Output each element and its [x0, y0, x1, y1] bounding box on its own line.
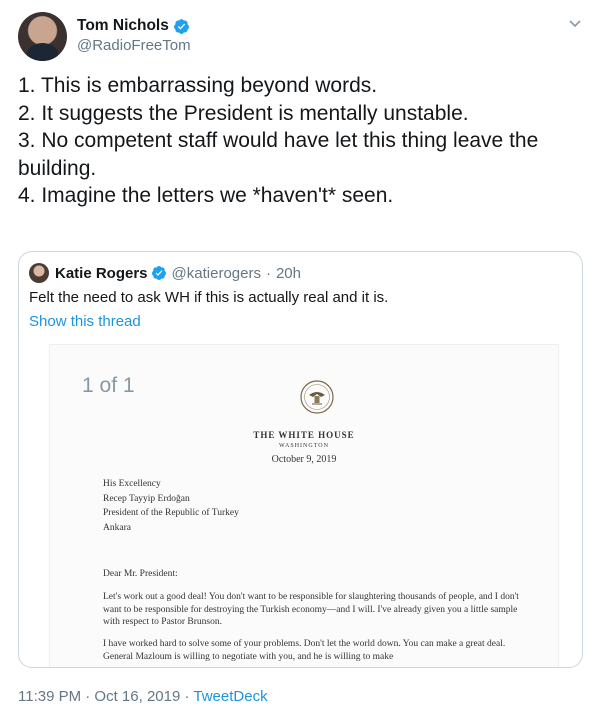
- letterhead-title: THE WHITE HOUSE: [253, 430, 355, 440]
- quoted-text: Felt the need to ask WH if this is actua…: [29, 289, 389, 306]
- meta-separator: ·: [184, 688, 190, 705]
- address-line: His Excellency: [103, 479, 161, 489]
- quoted-avatar: [29, 263, 49, 283]
- quoted-header: Katie Rogers @katierogers · 20h: [29, 263, 301, 283]
- address-line: Recep Tayyip Erdoğan: [103, 493, 190, 504]
- letter-salutation: Dear Mr. President:: [103, 569, 178, 579]
- tweet-header: Tom Nichols @RadioFreeTom: [18, 12, 586, 62]
- tweet-timestamp[interactable]: 11:39 PM · Oct 16, 2019: [18, 688, 180, 705]
- quoted-author-name: Katie Rogers: [55, 264, 148, 282]
- show-thread-link[interactable]: Show this thread: [29, 313, 141, 330]
- verified-badge-icon: [173, 18, 189, 34]
- author-name[interactable]: Tom Nichols: [77, 17, 169, 35]
- address-line: President of the Republic of Turkey: [103, 508, 239, 518]
- quoted-author-handle: @katierogers: [171, 264, 261, 282]
- tweet-line: 3. No competent staff would have let thi…: [18, 129, 539, 180]
- author-avatar[interactable]: [18, 12, 67, 61]
- quoted-tweet[interactable]: Katie Rogers @katierogers · 20h Felt the…: [18, 251, 583, 668]
- author-name-row: Tom Nichols: [77, 17, 190, 35]
- tweet-line: 4. Imagine the letters we *haven't* seen…: [18, 184, 394, 207]
- letter-paragraph: Let's work out a good deal! You don't wa…: [103, 592, 519, 627]
- verified-badge-icon: [151, 266, 166, 280]
- tweet-source-app[interactable]: TweetDeck: [193, 688, 267, 705]
- letter-address: His Excellency Recep Tayyip Erdoğan Pres…: [103, 477, 239, 535]
- quoted-time: 20h: [275, 264, 301, 282]
- chevron-down-icon[interactable]: [568, 16, 582, 30]
- presidential-seal-icon: [300, 380, 334, 414]
- quoted-separator: ·: [265, 264, 271, 282]
- tweet-line: 2. It suggests the President is mentally…: [18, 101, 469, 125]
- address-line: Ankara: [103, 522, 131, 533]
- tweet-text: 1. This is embarrassing beyond words. 2.…: [18, 72, 583, 210]
- letter-paragraph: I have worked hard to solve some of your…: [103, 639, 506, 662]
- letter-date: October 9, 2019: [271, 454, 337, 465]
- letter-image[interactable]: 1 of 1 THE WHITE HOUSE WASHINGTON Octobe…: [49, 344, 559, 667]
- page-counter: 1 of 1: [82, 374, 135, 397]
- letterhead-city: WASHINGTON: [279, 443, 329, 449]
- tweet-meta: 11:39 PM · Oct 16, 2019 · TweetDeck: [18, 688, 268, 705]
- tweet-line: 1. This is embarrassing beyond words.: [18, 74, 378, 97]
- author-handle[interactable]: @RadioFreeTom: [77, 37, 191, 54]
